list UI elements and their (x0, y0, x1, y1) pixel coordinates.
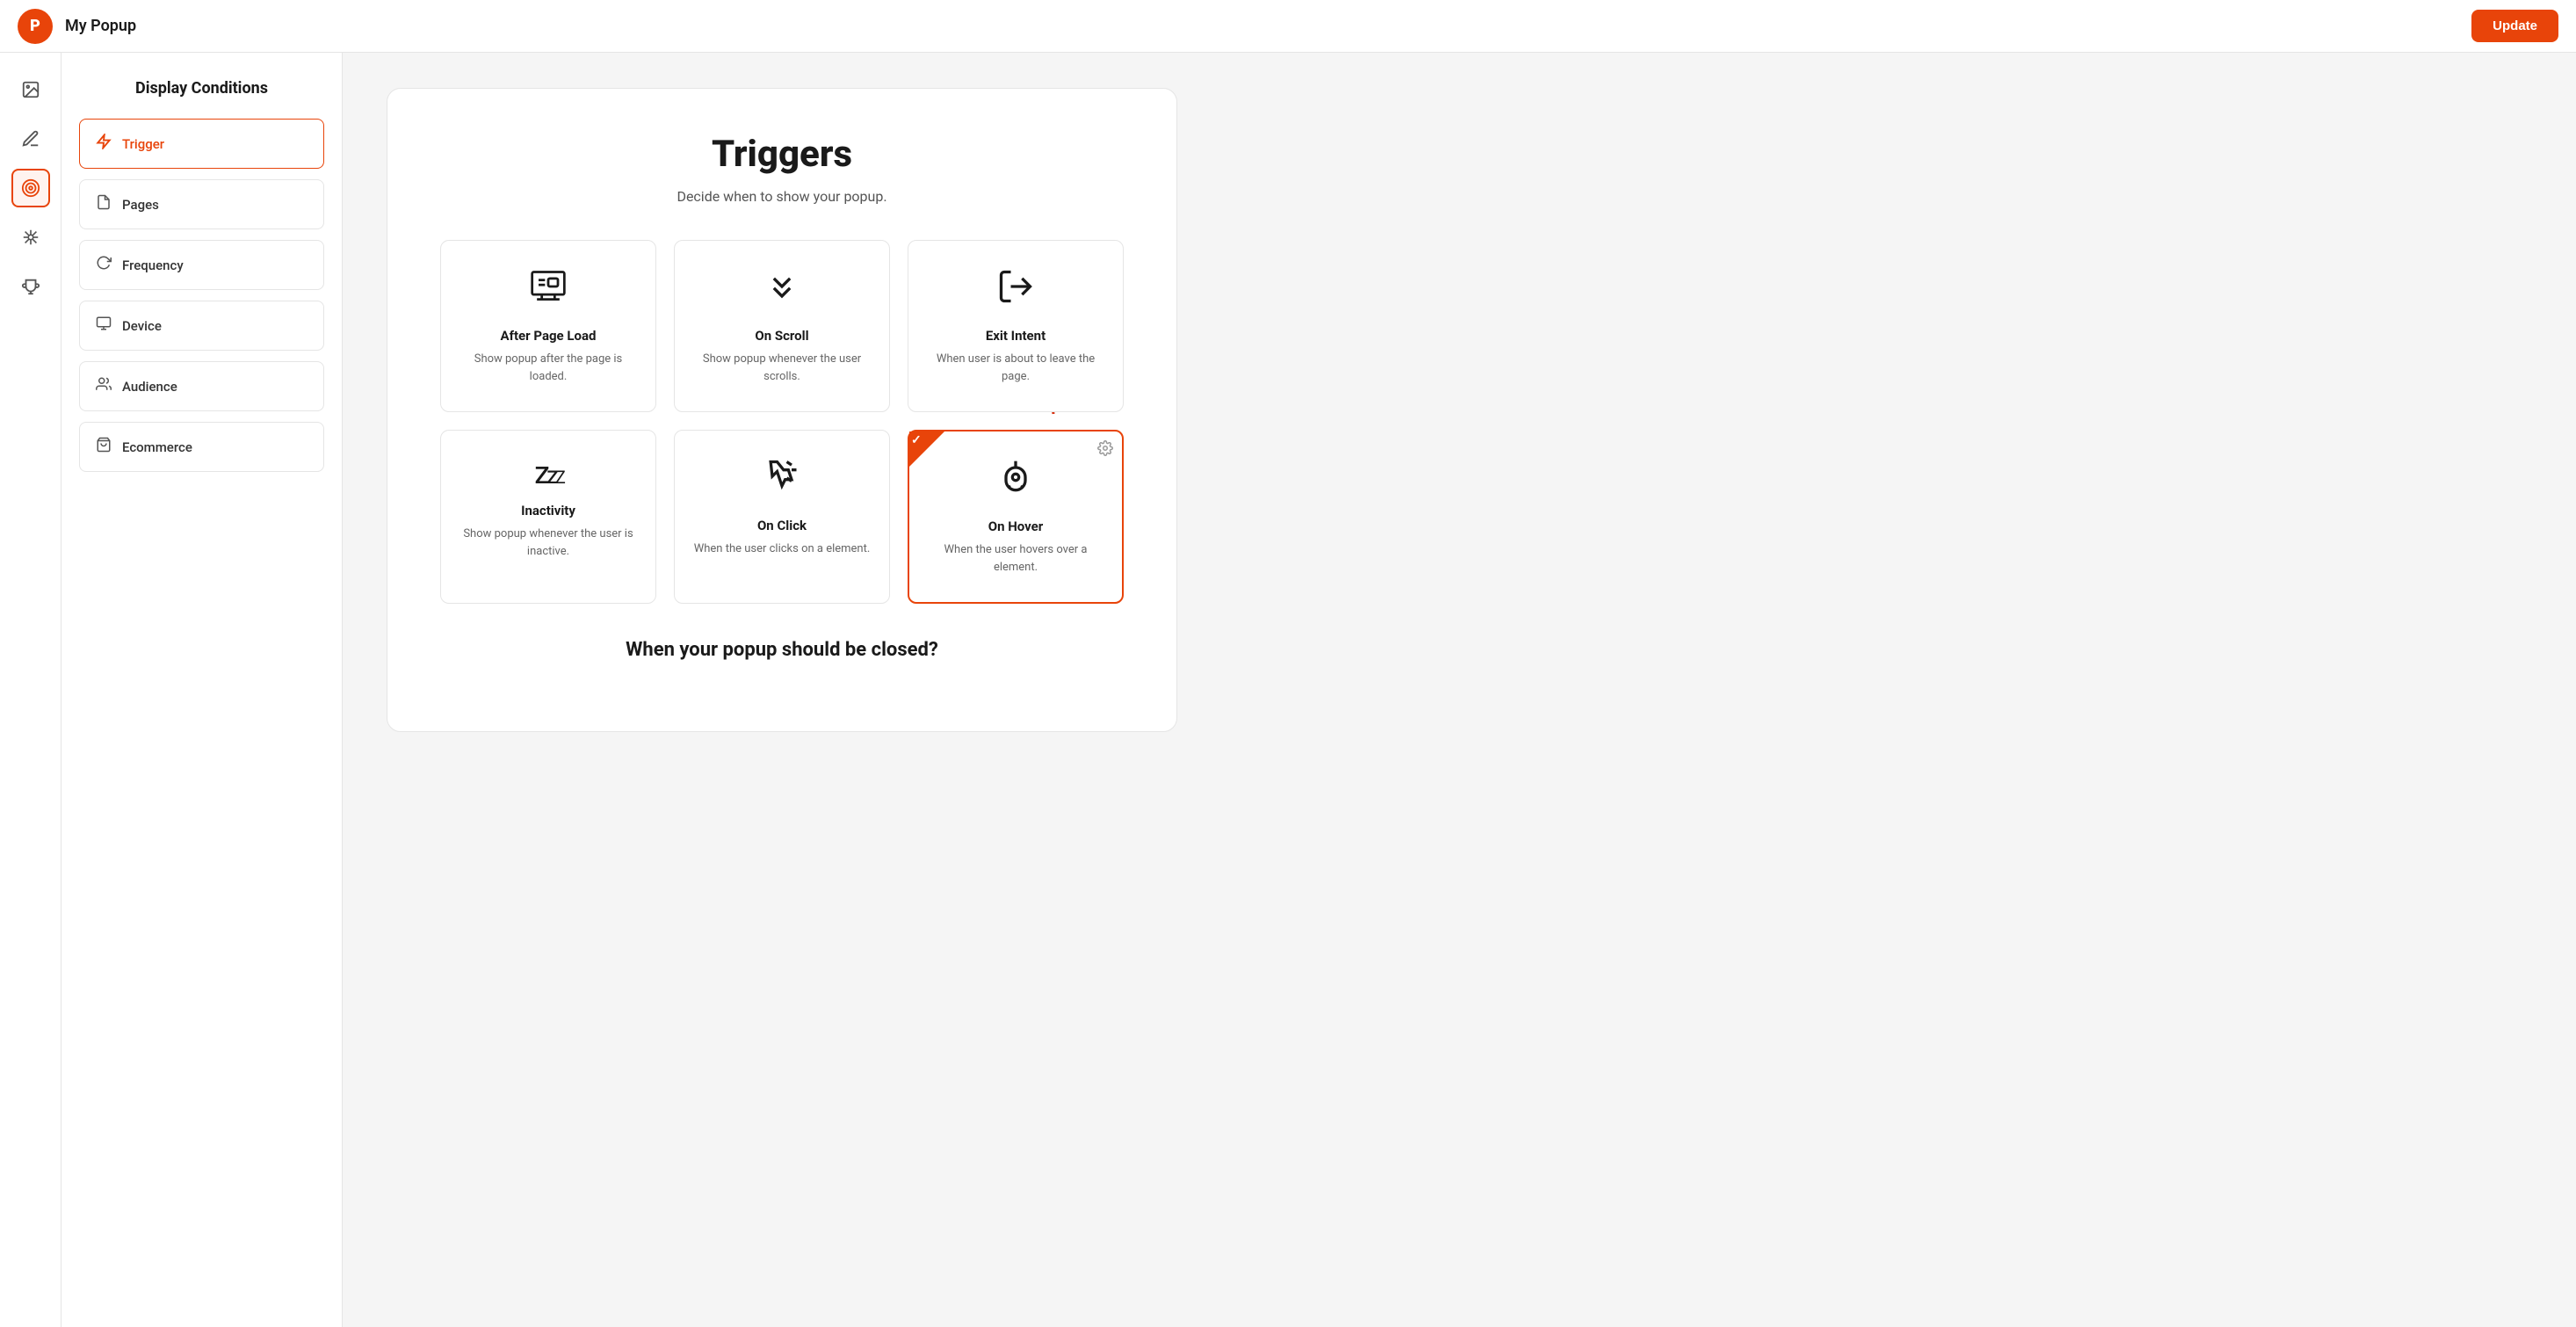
exit-icon (996, 267, 1035, 314)
app-title: My Popup (65, 17, 136, 35)
topbar-left: P My Popup (18, 9, 136, 44)
selected-check-badge (909, 431, 944, 467)
icon-sidebar (0, 53, 62, 1327)
page-load-icon (529, 267, 568, 314)
device-menu-label: Device (122, 318, 162, 334)
left-panel: Display Conditions Trigger Pages Frequen… (62, 53, 343, 1327)
trigger-card-on-click[interactable]: On Click When the user clicks on a eleme… (674, 430, 890, 604)
menu-item-pages[interactable]: Pages (79, 179, 324, 229)
scroll-icon (763, 267, 801, 314)
content-card: Triggers Decide when to show your popup. (387, 88, 1177, 732)
scroll-desc: Show popup whenever the user scrolls. (692, 351, 872, 385)
menu-item-audience[interactable]: Audience (79, 361, 324, 411)
topbar: P My Popup Update (0, 0, 2576, 53)
update-button[interactable]: Update (2471, 10, 2558, 42)
scroll-name: On Scroll (755, 328, 808, 344)
ecommerce-menu-icon (96, 437, 112, 457)
spider-icon (21, 228, 40, 247)
trigger-menu-icon (96, 134, 112, 154)
trigger-card-exit-intent[interactable]: Exit Intent When user is about to leave … (908, 240, 1124, 412)
pen-icon (21, 129, 40, 149)
trophy-icon (21, 277, 40, 296)
sidebar-item-target[interactable] (11, 169, 50, 207)
hover-desc: When the user hovers over a element. (927, 541, 1104, 576)
page-load-name: After Page Load (501, 328, 597, 344)
sidebar-item-trophy[interactable] (11, 267, 50, 306)
audience-menu-icon (96, 376, 112, 396)
main-content: Triggers Decide when to show your popup. (343, 53, 2576, 1327)
menu-item-ecommerce[interactable]: Ecommerce (79, 422, 324, 472)
click-name: On Click (757, 518, 807, 533)
pages-menu-label: Pages (122, 197, 159, 213)
frequency-menu-label: Frequency (122, 257, 184, 273)
hover-name: On Hover (988, 518, 1044, 534)
hover-icon (996, 458, 1035, 504)
pages-menu-icon (96, 194, 112, 214)
frequency-menu-icon (96, 255, 112, 275)
triggers-subtitle: Decide when to show your popup. (440, 188, 1124, 205)
menu-item-trigger[interactable]: Trigger (79, 119, 324, 169)
panel-title: Display Conditions (79, 79, 324, 98)
page-load-desc: Show popup after the page is loaded. (459, 351, 638, 385)
image-icon (21, 80, 40, 99)
exit-desc: When user is about to leave the page. (926, 351, 1105, 385)
ecommerce-menu-label: Ecommerce (122, 439, 192, 455)
target-icon (21, 178, 40, 198)
click-desc: When the user clicks on a element. (694, 540, 871, 558)
inactivity-desc: Show popup whenever the user is inactive… (459, 526, 638, 560)
trigger-card-on-scroll[interactable]: On Scroll Show popup whenever the user s… (674, 240, 890, 412)
logo-icon: P (18, 9, 53, 44)
menu-item-device[interactable]: Device (79, 301, 324, 351)
trigger-card-after-page-load[interactable]: After Page Load Show popup after the pag… (440, 240, 656, 412)
inactivity-name: Inactivity (521, 503, 575, 518)
device-menu-icon (96, 315, 112, 336)
trigger-card-inactivity[interactable]: zzZ Inactivity Show popup whenever the u… (440, 430, 656, 604)
sidebar-item-pen[interactable] (11, 120, 50, 158)
close-section-title: When your popup should be closed? (440, 639, 1124, 661)
trigger-card-on-hover[interactable]: On Hover When the user hovers over a ele… (908, 430, 1124, 604)
sleep-icon: zzZ (534, 457, 562, 489)
trigger-menu-label: Trigger (122, 136, 164, 152)
sidebar-item-spider[interactable] (11, 218, 50, 257)
triggers-title: Triggers (440, 133, 1124, 176)
exit-name: Exit Intent (986, 328, 1046, 344)
settings-gear-icon[interactable] (1097, 440, 1113, 460)
menu-item-frequency[interactable]: Frequency (79, 240, 324, 290)
audience-menu-label: Audience (122, 379, 177, 395)
trigger-grid: After Page Load Show popup after the pag… (440, 240, 1124, 604)
sidebar-item-image[interactable] (11, 70, 50, 109)
click-icon (763, 457, 801, 504)
